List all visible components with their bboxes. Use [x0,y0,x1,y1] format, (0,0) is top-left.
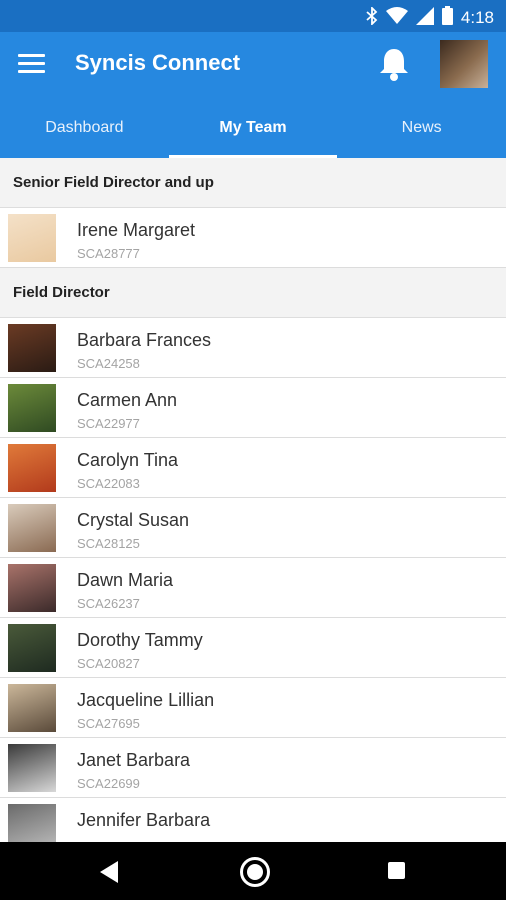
app-title: Syncis Connect [75,50,241,75]
member-name: Crystal Susan [77,510,190,530]
team-member-row[interactable]: Irene Margaret SCA28777 [0,208,506,268]
member-name: Jacqueline Lillian [77,690,215,710]
member-avatar [8,444,56,492]
member-name: Irene Margaret [77,220,196,240]
team-member-row[interactable]: Carolyn Tina SCA22083 [0,438,506,498]
member-avatar [8,744,56,792]
team-list: Senior Field Director and up Irene Margar… [0,158,506,842]
battery-icon [441,6,453,30]
member-avatar [8,504,56,552]
member-code: SCA20827 [77,656,140,671]
app-bar: Syncis Connect [0,32,506,98]
member-name: Jennifer Barbara [77,810,211,830]
home-icon[interactable] [240,857,270,887]
member-avatar [8,624,56,672]
member-avatar [8,804,56,842]
member-avatar [8,564,56,612]
tab-dashboard[interactable]: Dashboard [0,98,169,158]
team-member-row[interactable]: Dawn Maria SCA26237 [0,558,506,618]
recent-apps-icon[interactable] [388,862,405,879]
member-code: SCA22083 [77,476,140,491]
member-name: Carmen Ann [77,390,178,410]
member-code: SCA28125 [77,536,140,551]
member-code: SCA24258 [77,356,140,371]
tab-bar: Dashboard My Team News [0,98,506,158]
member-name: Dawn Maria [77,570,174,590]
member-code: SCA26237 [77,596,140,611]
signal-icon [415,6,434,30]
back-icon[interactable] [100,861,120,888]
member-code: SCA22977 [77,416,140,431]
section-header: Senior Field Director and up [0,158,506,208]
tab-news[interactable]: News [337,98,506,158]
profile-avatar[interactable] [440,40,488,88]
member-code: SCA27695 [77,716,140,731]
status-bar: 4:18 [0,0,506,32]
member-name: Dorothy Tammy [77,630,203,650]
member-code: SCA22699 [77,776,140,791]
member-name: Barbara Frances [77,330,212,350]
menu-icon[interactable] [18,54,45,74]
wifi-icon [385,6,408,30]
bluetooth-icon [366,5,378,30]
team-member-row[interactable]: Barbara Frances SCA24258 [0,318,506,378]
member-name: Carolyn Tina [77,450,179,470]
team-member-row[interactable]: Crystal Susan SCA28125 [0,498,506,558]
team-member-row[interactable]: Dorothy Tammy SCA20827 [0,618,506,678]
notification-bell-icon[interactable] [377,46,411,82]
member-name: Janet Barbara [77,750,191,770]
team-member-row[interactable]: Jennifer Barbara [0,798,506,842]
team-member-row[interactable]: Jacqueline Lillian SCA27695 [0,678,506,738]
member-avatar [8,324,56,372]
clock-time: 4:18 [460,8,494,27]
member-avatar [8,384,56,432]
tab-my-team[interactable]: My Team [168,98,338,158]
member-avatar [8,684,56,732]
team-member-row[interactable]: Janet Barbara SCA22699 [0,738,506,798]
team-member-row[interactable]: Carmen Ann SCA22977 [0,378,506,438]
navigation-bar [0,842,506,900]
section-header: Field Director [0,268,506,318]
member-avatar [8,214,56,262]
member-code: SCA28777 [77,246,140,261]
